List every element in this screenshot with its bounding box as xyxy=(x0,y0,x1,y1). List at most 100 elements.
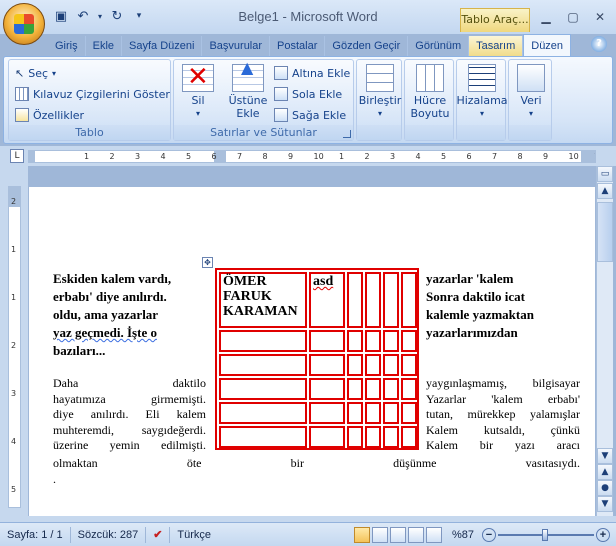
table-cell[interactable] xyxy=(383,402,399,424)
zoom-out-icon[interactable]: − xyxy=(482,527,496,542)
help-icon[interactable]: ? xyxy=(591,36,607,52)
tab-selector-icon[interactable]: L xyxy=(10,149,24,163)
merge-button[interactable]: Birleştir ▾ xyxy=(359,64,401,120)
minimize-icon[interactable]: ▁ xyxy=(534,8,558,26)
language-label[interactable]: Türkçe xyxy=(170,527,218,543)
horizontal-ruler[interactable]: 1 2 3 4 5 6 7 8 9 10 1 2 3 4 5 6 7 8 9 10 11 xyxy=(28,150,596,163)
select-button[interactable]: ↖ Seç ▾ xyxy=(15,64,56,82)
table-cell[interactable] xyxy=(365,378,381,400)
table-cell[interactable] xyxy=(383,330,399,352)
word-count[interactable]: Sözcük: 287 xyxy=(71,526,147,543)
ruler-number: 8 xyxy=(517,152,523,161)
merge-label: Birleştir xyxy=(358,94,402,107)
scroll-up-icon[interactable]: ▲ xyxy=(597,183,613,199)
text-line: yazarlarımızdan xyxy=(426,325,518,340)
table-cell[interactable] xyxy=(383,378,399,400)
table-cell[interactable] xyxy=(219,330,307,352)
zoom-slider-thumb[interactable] xyxy=(542,528,548,541)
previous-page-icon[interactable]: ▲ xyxy=(597,464,613,480)
table-cell[interactable] xyxy=(383,354,399,376)
table-cell[interactable] xyxy=(401,378,417,400)
dialog-launcher-icon[interactable] xyxy=(343,130,351,138)
table-cell-asd[interactable]: asd xyxy=(309,272,345,328)
text-line: Yazarlar 'kalem erbabı' xyxy=(426,391,580,406)
print-layout-view-icon[interactable] xyxy=(354,526,370,543)
table-cell[interactable] xyxy=(401,330,417,352)
table-cell[interactable] xyxy=(401,426,417,448)
table-cell[interactable] xyxy=(309,354,345,376)
draft-view-icon[interactable] xyxy=(426,526,442,543)
tab-ekle[interactable]: Ekle xyxy=(86,36,123,56)
table-cell[interactable] xyxy=(383,272,399,328)
tab-giris[interactable]: Giriş xyxy=(48,36,86,56)
tab-postalar[interactable]: Postalar xyxy=(270,36,326,56)
table-cell[interactable] xyxy=(347,426,363,448)
vertical-ruler[interactable]: 2 1 1 2 3 4 5 xyxy=(8,186,21,508)
office-button[interactable] xyxy=(3,3,45,45)
table-cell[interactable] xyxy=(365,272,381,328)
scroll-down-icon[interactable]: ▼ xyxy=(597,448,613,464)
tab-sayfa-duzeni[interactable]: Sayfa Düzeni xyxy=(122,36,203,56)
scroll-thumb[interactable] xyxy=(597,202,613,262)
browse-object-icon[interactable]: ● xyxy=(597,480,613,496)
cell-size-button[interactable]: Hücre Boyutu xyxy=(407,64,453,120)
table-cell[interactable] xyxy=(383,426,399,448)
table-cell[interactable] xyxy=(219,426,307,448)
ruler-number: 6 xyxy=(211,152,217,161)
table-cell[interactable] xyxy=(365,354,381,376)
table-cell[interactable] xyxy=(309,330,345,352)
table-cell[interactable] xyxy=(347,378,363,400)
table-cell[interactable] xyxy=(219,354,307,376)
next-page-icon[interactable]: ▼ xyxy=(597,496,613,512)
table-cell-name[interactable]: ÖMER FARUK KARAMAN xyxy=(219,272,307,328)
table-cell[interactable] xyxy=(219,378,307,400)
insert-right-button[interactable]: Sağa Ekle xyxy=(274,106,346,124)
insert-below-button[interactable]: Altına Ekle xyxy=(274,64,350,82)
zoom-level[interactable]: %87 xyxy=(452,529,482,541)
table-cell[interactable] xyxy=(347,402,363,424)
table-move-handle-icon[interactable]: ✥ xyxy=(202,257,213,268)
table-cell[interactable] xyxy=(365,402,381,424)
zoom-in-icon[interactable]: + xyxy=(596,527,610,542)
table-cell[interactable] xyxy=(309,402,345,424)
table-cell[interactable] xyxy=(401,402,417,424)
table-cell[interactable] xyxy=(309,378,345,400)
insert-left-button[interactable]: Sola Ekle xyxy=(274,85,342,103)
insert-above-button[interactable]: ▲ Üstüne Ekle xyxy=(226,60,270,121)
tab-duzen[interactable]: Düzen xyxy=(523,34,572,56)
table-cell[interactable] xyxy=(347,354,363,376)
data-button[interactable]: Veri ▾ xyxy=(511,64,551,120)
web-layout-icon[interactable] xyxy=(390,526,406,543)
zoom-slider[interactable] xyxy=(498,528,594,542)
tab-gorunum[interactable]: Görünüm xyxy=(408,36,470,56)
table-cell[interactable] xyxy=(347,272,363,328)
ruler-number: 10 xyxy=(568,152,579,161)
page-count[interactable]: Sayfa: 1 / 1 xyxy=(0,526,71,543)
proofing-icon[interactable]: ✔ xyxy=(146,526,171,543)
table[interactable]: ÖMER FARUK KARAMAN asd xyxy=(215,268,419,450)
delete-button[interactable]: ✕ Sil ▾ xyxy=(180,63,216,120)
close-icon[interactable]: ✕ xyxy=(588,8,612,26)
text-line: Kalem kutsaldı, çünkü xyxy=(426,422,580,437)
maximize-icon[interactable]: ▢ xyxy=(561,8,585,26)
tab-gozden-gecir[interactable]: Gözden Geçir xyxy=(325,36,409,56)
outline-view-icon[interactable] xyxy=(408,526,424,543)
view-gridlines-button[interactable]: Kılavuz Çizgilerini Göster xyxy=(15,85,170,103)
ruler-toggle-icon[interactable]: ▭ xyxy=(597,166,613,182)
tab-tasarim[interactable]: Tasarım xyxy=(469,36,524,56)
vertical-scrollbar[interactable]: ▭ ▲ ▼ ▲ ● ▼ xyxy=(596,166,613,516)
alignment-button[interactable]: Hizalama ▾ xyxy=(456,64,508,120)
full-screen-reading-icon[interactable] xyxy=(372,526,388,543)
tab-basvurular[interactable]: Başvurular xyxy=(202,36,271,56)
group-tablo-label: Tablo xyxy=(9,125,170,140)
table-cell[interactable] xyxy=(365,330,381,352)
properties-button[interactable]: Özellikler xyxy=(15,106,84,124)
table-cell[interactable] xyxy=(309,426,345,448)
table-cell[interactable] xyxy=(401,354,417,376)
table-cell[interactable] xyxy=(219,402,307,424)
text-line: muhteremdi, saygıdeğerdi. xyxy=(53,422,206,437)
table-cell[interactable] xyxy=(347,330,363,352)
insert-right-icon xyxy=(274,108,288,122)
table-cell[interactable] xyxy=(401,272,417,328)
table-cell[interactable] xyxy=(365,426,381,448)
